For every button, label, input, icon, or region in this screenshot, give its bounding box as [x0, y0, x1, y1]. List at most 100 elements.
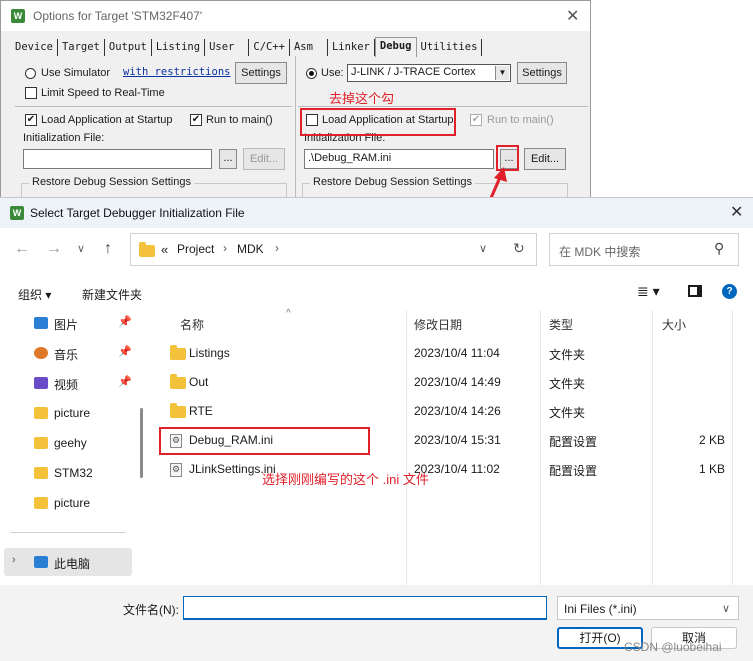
chevron-down-icon[interactable]: ∨ [479, 242, 487, 255]
table-row[interactable]: RTE 2023/10/4 14:26 文件夹 [148, 397, 748, 426]
keil-app-icon: W [10, 206, 24, 220]
limit-speed-label: Limit Speed to Real-Time [41, 87, 165, 99]
search-icon[interactable]: ⚲ [714, 240, 724, 257]
file-size: 1 KB [699, 462, 726, 476]
left-restore-label: Restore Debug Session Settings [29, 176, 194, 188]
tab-device[interactable]: Device [11, 39, 58, 56]
sidebar-item-label: 视频 [54, 378, 79, 392]
options-tabs: Device Target Output Listing User C/C++ … [11, 37, 483, 57]
file-dialog: W Select Target Debugger Initialization … [0, 197, 753, 661]
right-run-to-main-label: Run to main() [487, 114, 554, 126]
with-restrictions-link[interactable]: with restrictions [123, 66, 230, 78]
left-edit-button[interactable]: Edit... [243, 148, 285, 170]
chevron-right-icon[interactable]: › [12, 554, 16, 566]
folder-icon [139, 242, 155, 257]
options-titlebar: W Options for Target 'STM32F407' ✕ [1, 1, 590, 31]
folder-icon [34, 467, 48, 479]
sidebar-item-label: 此电脑 [54, 557, 91, 571]
help-icon[interactable]: ? [722, 284, 737, 299]
sidebar-item-label: picture [54, 406, 91, 420]
left-init-file-input[interactable] [23, 149, 212, 169]
pin-icon[interactable]: 📌 [118, 345, 132, 358]
up-arrow-icon[interactable]: ↑ [104, 240, 112, 258]
pin-icon[interactable]: 📌 [118, 375, 132, 388]
breadcrumb-mdk[interactable]: MDK [237, 242, 264, 256]
filetype-value: Ini Files (*.ini) [564, 602, 637, 616]
sidebar-item-this-pc[interactable]: › 此电脑 [4, 548, 132, 576]
options-close-icon[interactable]: ✕ [566, 6, 579, 26]
right-run-to-main-checkbox[interactable]: ✔ [470, 114, 482, 126]
close-icon[interactable]: ✕ [730, 202, 743, 222]
sidebar-item-label: picture [54, 496, 91, 510]
sidebar-item-pictures[interactable]: 图片 📌 [0, 309, 140, 337]
breadcrumb-project[interactable]: Project [177, 242, 214, 256]
column-header-size[interactable]: 大小 [662, 316, 686, 333]
tab-target[interactable]: Target [58, 39, 105, 56]
debugger-select[interactable]: J-LINK / J-TRACE Cortex ▼ [347, 64, 511, 82]
table-row[interactable]: JLinkSettings.ini 2023/10/4 11:02 配置设置 1… [148, 455, 748, 484]
sidebar-item-picture[interactable]: picture [0, 399, 140, 427]
address-bar[interactable]: « Project › MDK › ∨ ↻ [130, 233, 537, 266]
tab-debug[interactable]: Debug [374, 37, 417, 57]
recent-locations-icon[interactable]: ∨ [77, 242, 85, 255]
annotation-load-app-box [300, 108, 456, 136]
debugger-select-value: J-LINK / J-TRACE Cortex [351, 66, 476, 78]
filetype-select[interactable]: Ini Files (*.ini) ∨ [557, 596, 739, 620]
filename-label: 文件名(N): [123, 603, 179, 617]
use-simulator-radio[interactable] [25, 68, 36, 79]
use-label: Use: [321, 67, 344, 79]
sidebar-scrollbar[interactable] [140, 408, 143, 478]
tab-cpp[interactable]: C/C++ [249, 39, 290, 56]
tab-listing[interactable]: Listing [152, 39, 206, 56]
left-init-file-label: Initialization File: [23, 132, 105, 144]
preview-pane-icon[interactable] [688, 285, 702, 297]
dialog-titlebar: W Select Target Debugger Initialization … [0, 198, 753, 228]
organize-menu[interactable]: 组织 ▾ [18, 286, 51, 303]
file-name: Listings [189, 346, 230, 360]
column-header-name[interactable]: 名称 [180, 316, 204, 333]
sidebar-item-videos[interactable]: 视频 📌 [0, 369, 140, 397]
left-load-app-checkbox[interactable]: ✔ [25, 114, 37, 126]
use-debugger-radio[interactable] [306, 68, 317, 79]
left-divider [15, 106, 292, 107]
options-title: Options for Target 'STM32F407' [33, 9, 203, 23]
new-folder-button[interactable]: 新建文件夹 [82, 286, 142, 303]
sidebar-item-picture-2[interactable]: picture [0, 489, 140, 517]
refresh-icon[interactable]: ↻ [513, 240, 525, 257]
search-input[interactable]: 在 MDK 中搜索 ⚲ [549, 233, 739, 266]
file-type: 配置设置 [549, 464, 598, 478]
tab-utilities[interactable]: Utilities [417, 39, 483, 56]
right-init-file-input[interactable]: .\Debug_RAM.ini [304, 149, 494, 169]
pin-icon[interactable]: 📌 [118, 315, 132, 328]
right-edit-button[interactable]: Edit... [524, 148, 566, 170]
view-options-icon[interactable]: ≣ ▾ [637, 283, 660, 300]
sidebar-item-music[interactable]: 音乐 📌 [0, 339, 140, 367]
watermark: CSDN @luobeihai [624, 640, 722, 654]
tab-linker[interactable]: Linker [328, 39, 375, 56]
right-restore-label: Restore Debug Session Settings [310, 176, 475, 188]
tab-user[interactable]: User [205, 39, 250, 56]
annotation-select-note: 选择刚刚编写的这个 .ini 文件 [262, 472, 429, 487]
left-run-to-main-checkbox[interactable]: ✔ [190, 114, 202, 126]
left-run-to-main-label: Run to main() [206, 114, 273, 126]
tab-output[interactable]: Output [105, 39, 152, 56]
file-type: 配置设置 [549, 435, 598, 449]
column-header-type[interactable]: 类型 [549, 316, 573, 333]
table-row[interactable]: Listings 2023/10/4 11:04 文件夹 [148, 339, 748, 368]
sidebar-item-geehy[interactable]: geehy [0, 429, 140, 457]
tab-asm[interactable]: Asm [290, 39, 328, 56]
filename-input[interactable] [183, 596, 547, 620]
column-header-date[interactable]: 修改日期 [414, 316, 462, 333]
sim-settings-button[interactable]: Settings [235, 62, 287, 84]
panel-divider [295, 56, 296, 201]
left-browse-button[interactable]: ... [219, 149, 237, 169]
back-arrow-icon[interactable]: ← [14, 240, 30, 258]
debugger-settings-button[interactable]: Settings [517, 62, 567, 84]
sidebar-item-stm32[interactable]: STM32 [0, 459, 140, 487]
breadcrumb-overflow[interactable]: « [161, 242, 168, 257]
forward-arrow-icon[interactable]: → [46, 240, 62, 258]
table-row[interactable]: Out 2023/10/4 14:49 文件夹 [148, 368, 748, 397]
file-date: 2023/10/4 14:26 [414, 404, 501, 418]
limit-speed-checkbox[interactable] [25, 87, 37, 99]
annotation-uncheck-note: 去掉这个勾 [329, 91, 395, 106]
